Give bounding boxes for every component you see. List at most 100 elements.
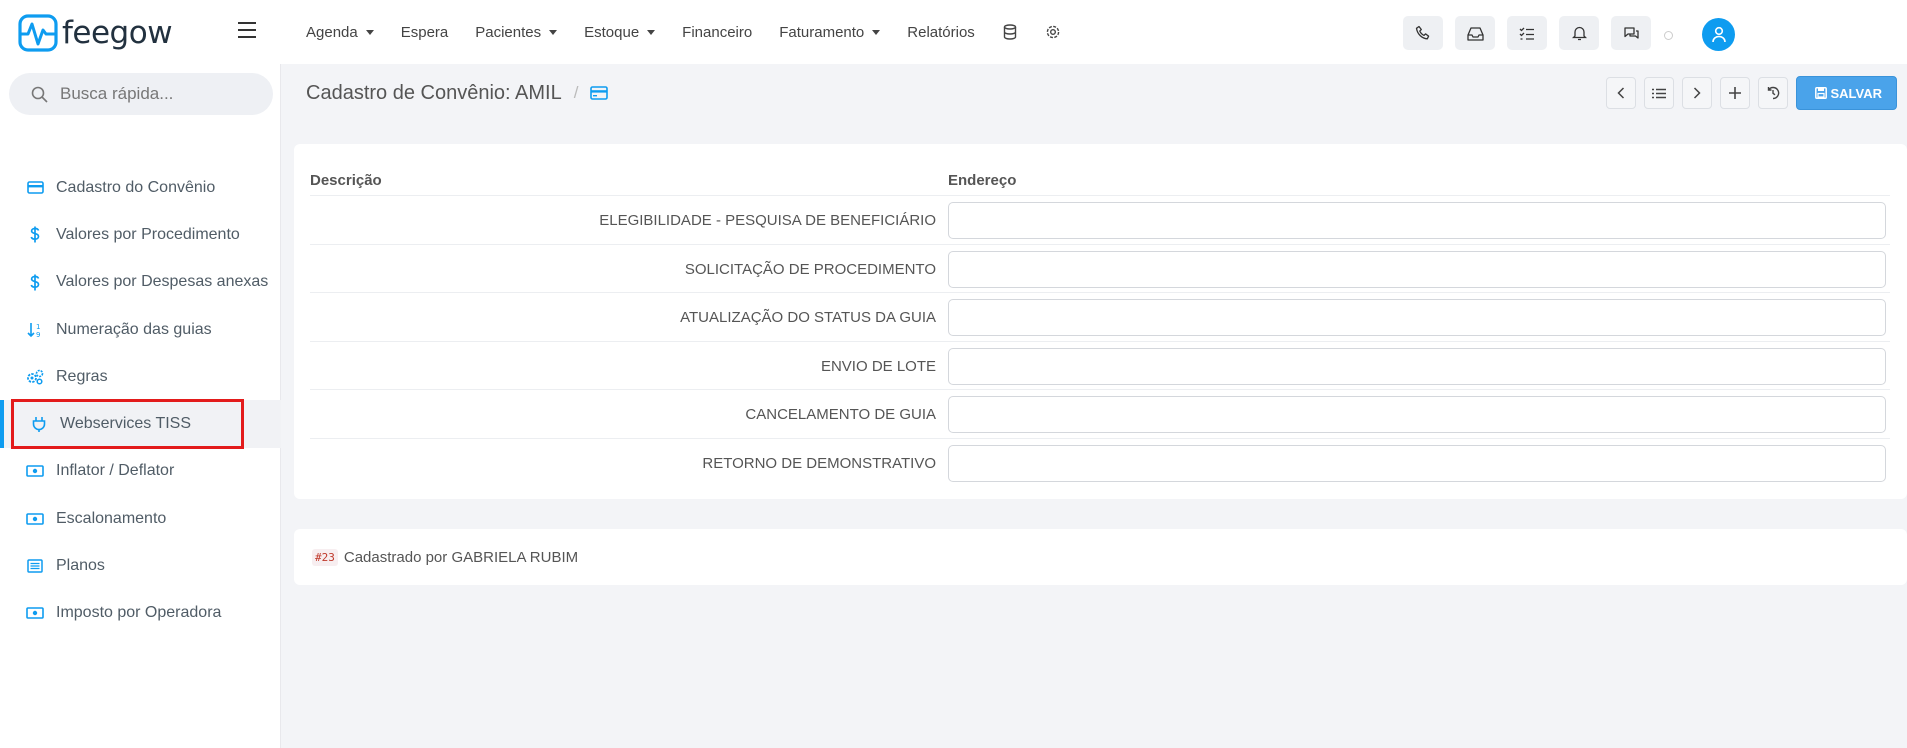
page-header: Cadastro de Convênio: AMIL / SALVAR bbox=[282, 64, 1907, 122]
nav-relatorios[interactable]: Relatórios bbox=[907, 24, 975, 41]
sidebar-item-label: Valores por Despesas anexas bbox=[56, 273, 269, 291]
sidebar-item-escalonamento[interactable]: Escalonamento bbox=[0, 495, 281, 542]
phone-button[interactable] bbox=[1403, 16, 1443, 50]
record-info: #23 Cadastrado por GABRIELA RUBIM bbox=[294, 529, 1907, 585]
search-input[interactable] bbox=[60, 84, 260, 104]
row-label: SOLICITAÇÃO DE PROCEDIMENTO bbox=[684, 260, 936, 278]
sidebar-item-planos[interactable]: Planos bbox=[0, 542, 281, 589]
inbox-button[interactable] bbox=[1455, 16, 1495, 50]
quick-search[interactable] bbox=[9, 73, 273, 115]
nav-agenda[interactable]: Agenda bbox=[306, 24, 374, 41]
notifications-button[interactable] bbox=[1559, 16, 1599, 50]
table-row: CANCELAMENTO DE GUIA bbox=[310, 390, 1890, 439]
column-header-endereco: Endereço bbox=[948, 172, 1017, 189]
previous-button[interactable] bbox=[1606, 77, 1637, 109]
sidebar-item-valores-procedimento[interactable]: Valores por Procedimento bbox=[0, 211, 281, 258]
save-button[interactable]: SALVAR bbox=[1796, 76, 1897, 110]
history-button[interactable] bbox=[1758, 77, 1789, 109]
row-label: RETORNO DE DEMONSTRATIVO bbox=[702, 454, 936, 472]
add-button[interactable] bbox=[1720, 77, 1751, 109]
nav-estoque[interactable]: Estoque bbox=[584, 24, 656, 41]
sidebar-item-imposto[interactable]: Imposto por Operadora bbox=[0, 590, 281, 637]
checklist-icon bbox=[1519, 27, 1534, 40]
chevron-down-icon bbox=[549, 29, 558, 35]
plus-icon bbox=[1729, 87, 1742, 99]
next-button[interactable] bbox=[1682, 77, 1713, 109]
sidebar-item-label: Valores por Procedimento bbox=[56, 225, 240, 243]
chevron-right-icon bbox=[1694, 87, 1702, 99]
sidebar-item-inflator-deflator[interactable]: Inflator / Deflator bbox=[0, 448, 281, 495]
nav-espera[interactable]: Espera bbox=[401, 24, 449, 41]
sidebar-item-cadastro[interactable]: Cadastro do Convênio bbox=[0, 164, 281, 211]
row-label: ATUALIZAÇÃO DO STATUS DA GUIA bbox=[680, 309, 936, 326]
row-label: CANCELAMENTO DE GUIA bbox=[745, 406, 936, 423]
user-icon bbox=[1711, 26, 1726, 43]
created-by-text: Cadastrado por GABRIELA RUBIM bbox=[343, 548, 579, 566]
endereco-input[interactable] bbox=[948, 347, 1886, 385]
user-avatar[interactable] bbox=[1702, 18, 1735, 51]
endereco-input[interactable] bbox=[948, 202, 1886, 239]
nav-pacientes[interactable]: Pacientes bbox=[475, 24, 558, 41]
logo[interactable]: feegow bbox=[18, 14, 173, 52]
chevron-down-icon bbox=[647, 29, 656, 35]
webservices-table: Descrição Endereço ELEGIBILIDADE - PESQU… bbox=[294, 144, 1907, 499]
svg-text:9: 9 bbox=[36, 331, 40, 338]
money-icon bbox=[26, 462, 44, 480]
table-row: ELEGIBILIDADE - PESQUISA DE BENEFICIÁRIO bbox=[310, 196, 1890, 245]
cogs-icon bbox=[26, 368, 44, 386]
sidebar-item-label: Planos bbox=[56, 557, 105, 575]
sidebar-item-label: Numeração das guias bbox=[56, 320, 212, 338]
sidebar-item-regras[interactable]: Regras bbox=[0, 353, 281, 400]
menu-toggle-icon[interactable] bbox=[238, 22, 256, 38]
sidebar-item-valores-despesas[interactable]: Valores por Despesas anexas bbox=[0, 259, 281, 306]
endereco-input[interactable] bbox=[948, 396, 1886, 433]
chat-icon bbox=[1623, 26, 1639, 39]
sidebar-item-numeracao[interactable]: 19 Numeração das guias bbox=[0, 306, 281, 353]
table-row: SOLICITAÇÃO DE PROCEDIMENTO bbox=[310, 245, 1890, 293]
inbox-icon bbox=[1466, 26, 1484, 41]
list-button[interactable] bbox=[1644, 77, 1675, 109]
sidebar-item-label: Inflator / Deflator bbox=[56, 462, 175, 480]
list-alt-icon bbox=[26, 557, 44, 575]
column-header-descricao: Descrição bbox=[310, 172, 382, 189]
sidebar-item-label: Escalonamento bbox=[56, 509, 167, 527]
endereco-input[interactable] bbox=[948, 250, 1886, 288]
sidebar-item-label: Webservices TISS bbox=[60, 415, 192, 433]
brand-name: feegow bbox=[62, 15, 173, 51]
nav-faturamento[interactable]: Faturamento bbox=[779, 24, 881, 41]
chat-button[interactable] bbox=[1611, 16, 1651, 50]
top-actions bbox=[1403, 16, 1663, 50]
sidebar-menu: Cadastro do Convênio Valores por Procedi… bbox=[0, 164, 281, 637]
chevron-down-icon bbox=[872, 29, 881, 35]
database-icon[interactable] bbox=[1002, 24, 1018, 40]
endereco-input[interactable] bbox=[948, 299, 1886, 336]
sidebar: Cadastro do Convênio Valores por Procedi… bbox=[0, 64, 281, 748]
table-header: Descrição Endereço bbox=[310, 158, 1890, 196]
search-icon bbox=[31, 86, 48, 103]
floppy-disk-icon bbox=[1815, 87, 1828, 99]
breadcrumb-separator: / bbox=[573, 83, 579, 102]
card-icon bbox=[590, 86, 609, 100]
chevron-down-icon bbox=[365, 29, 374, 35]
sidebar-item-webservices-tiss[interactable]: Webservices TISS bbox=[0, 400, 281, 449]
card-icon bbox=[26, 179, 44, 197]
gear-icon[interactable] bbox=[1045, 24, 1061, 40]
phone-icon bbox=[1415, 25, 1430, 40]
endereco-input[interactable] bbox=[948, 444, 1886, 482]
sidebar-item-label: Imposto por Operadora bbox=[56, 604, 222, 622]
top-bar: feegow Agenda Espera Pacientes Estoque F… bbox=[0, 0, 1907, 64]
money-icon bbox=[26, 510, 44, 528]
plug-icon bbox=[30, 415, 48, 433]
table-row: ATUALIZAÇÃO DO STATUS DA GUIA bbox=[310, 293, 1890, 342]
header-actions: SALVAR bbox=[1598, 76, 1897, 110]
table-row: ENVIO DE LOTE bbox=[310, 342, 1890, 390]
bell-icon bbox=[1571, 26, 1587, 41]
save-label: SALVAR bbox=[1830, 85, 1882, 101]
main-nav: Agenda Espera Pacientes Estoque Financei… bbox=[306, 0, 1088, 64]
nav-financeiro[interactable]: Financeiro bbox=[682, 24, 752, 41]
svg-text:1: 1 bbox=[36, 323, 40, 331]
feegow-logo-icon bbox=[18, 14, 58, 52]
tasks-button[interactable] bbox=[1507, 16, 1547, 50]
status-dot-icon bbox=[1664, 31, 1673, 40]
money-icon bbox=[26, 604, 44, 622]
